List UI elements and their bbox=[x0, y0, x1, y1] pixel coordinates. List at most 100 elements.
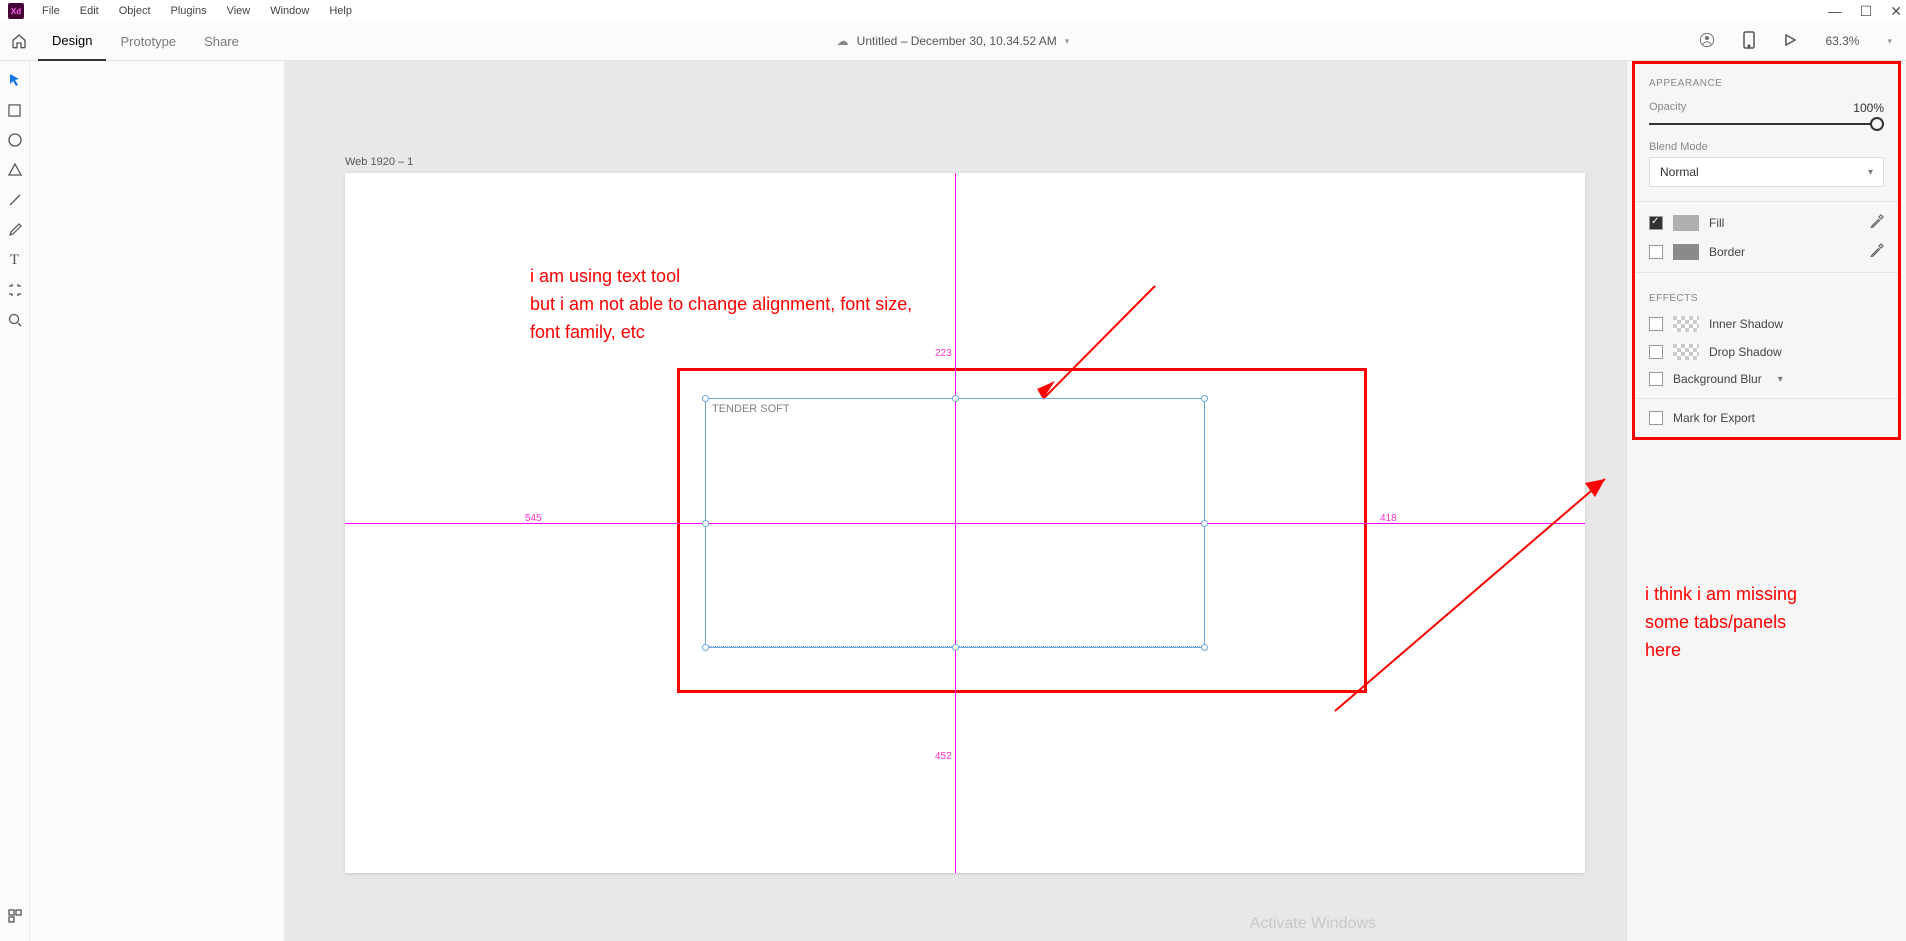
mark-for-export-row[interactable]: Mark for Export bbox=[1635, 405, 1898, 431]
annotation-text-1: i am using text tool but i am not able t… bbox=[530, 263, 912, 347]
properties-panel: APPEARANCE Opacity 100% Blend Mode Norma… bbox=[1626, 61, 1906, 941]
border-color-swatch[interactable] bbox=[1673, 244, 1699, 260]
chevron-down-icon[interactable]: ▾ bbox=[1778, 374, 1783, 385]
tab-prototype[interactable]: Prototype bbox=[106, 22, 190, 61]
chevron-down-icon[interactable]: ▾ bbox=[1887, 36, 1892, 47]
polygon-tool-icon[interactable] bbox=[1, 155, 29, 185]
inner-shadow-checkbox[interactable] bbox=[1649, 317, 1663, 331]
fill-label: Fill bbox=[1709, 216, 1724, 230]
zoom-tool-icon[interactable] bbox=[1, 305, 29, 335]
blend-mode-value: Normal bbox=[1660, 165, 1699, 179]
mode-bar: Design Prototype Share ☁ Untitled – Dece… bbox=[0, 22, 1906, 61]
user-avatar-icon[interactable] bbox=[1699, 32, 1715, 51]
background-blur-label: Background Blur bbox=[1673, 372, 1762, 386]
measurement-top: 223 bbox=[935, 348, 952, 359]
drop-shadow-row[interactable]: Drop Shadow bbox=[1635, 338, 1898, 366]
appearance-section-header: APPEARANCE bbox=[1635, 64, 1898, 95]
selection-handle[interactable] bbox=[1201, 644, 1208, 651]
opacity-slider[interactable] bbox=[1649, 123, 1884, 125]
selection-handle[interactable] bbox=[1201, 395, 1208, 402]
slider-handle[interactable] bbox=[1870, 117, 1884, 131]
drop-shadow-swatch[interactable] bbox=[1673, 344, 1699, 360]
annotation-arrow-1 bbox=[1025, 281, 1165, 411]
document-title[interactable]: ☁ Untitled – December 30, 10.34.52 AM ▾ bbox=[837, 34, 1070, 48]
fill-row[interactable]: Fill bbox=[1635, 208, 1898, 237]
measurement-bottom: 452 bbox=[935, 751, 952, 762]
window-close-icon[interactable]: ✕ bbox=[1890, 3, 1902, 20]
annotation-line: i think i am missing bbox=[1645, 581, 1797, 609]
drop-shadow-checkbox[interactable] bbox=[1649, 345, 1663, 359]
annotation-line: i am using text tool bbox=[530, 263, 912, 291]
background-blur-row[interactable]: Background Blur ▾ bbox=[1635, 366, 1898, 392]
menu-plugins[interactable]: Plugins bbox=[161, 5, 217, 17]
annotation-box-2: APPEARANCE Opacity 100% Blend Mode Norma… bbox=[1632, 61, 1901, 440]
menu-bar: Xd File Edit Object Plugins View Window … bbox=[0, 0, 1906, 22]
menu-view[interactable]: View bbox=[217, 5, 261, 17]
menu-window[interactable]: Window bbox=[260, 5, 319, 17]
effects-section-header: EFFECTS bbox=[1635, 279, 1898, 310]
eyedropper-icon[interactable] bbox=[1870, 243, 1884, 260]
cloud-icon: ☁ bbox=[837, 34, 849, 48]
border-checkbox[interactable] bbox=[1649, 245, 1663, 259]
zoom-level[interactable]: 63.3% bbox=[1825, 34, 1859, 48]
selection-handle[interactable] bbox=[702, 644, 709, 651]
background-blur-checkbox[interactable] bbox=[1649, 372, 1663, 386]
tools-panel: T bbox=[0, 61, 30, 941]
fill-checkbox[interactable] bbox=[1649, 216, 1663, 230]
divider bbox=[1635, 398, 1898, 399]
menu-file[interactable]: File bbox=[32, 5, 70, 17]
selection-handle[interactable] bbox=[952, 395, 959, 402]
selection-handle[interactable] bbox=[702, 395, 709, 402]
home-icon[interactable] bbox=[0, 33, 38, 49]
layers-panel bbox=[30, 61, 285, 941]
drop-shadow-label: Drop Shadow bbox=[1709, 345, 1782, 359]
menu-edit[interactable]: Edit bbox=[70, 5, 109, 17]
inner-shadow-swatch[interactable] bbox=[1673, 316, 1699, 332]
annotation-line: some tabs/panels bbox=[1645, 609, 1797, 637]
tab-design[interactable]: Design bbox=[38, 22, 106, 61]
canvas-area[interactable]: Web 1920 – 1 i am using text tool but i … bbox=[285, 61, 1626, 941]
eyedropper-icon[interactable] bbox=[1870, 214, 1884, 231]
windows-activation-watermark: Activate Windows bbox=[1250, 915, 1376, 933]
text-frame-content: TENDER SOFT bbox=[712, 403, 790, 415]
selection-handle[interactable] bbox=[952, 644, 959, 651]
opacity-value[interactable]: 100% bbox=[1853, 101, 1884, 115]
inner-shadow-label: Inner Shadow bbox=[1709, 317, 1783, 331]
play-preview-icon[interactable] bbox=[1783, 33, 1797, 50]
annotation-line: but i am not able to change alignment, f… bbox=[530, 291, 912, 319]
device-preview-icon[interactable] bbox=[1743, 31, 1755, 52]
tab-share[interactable]: Share bbox=[190, 22, 253, 61]
rectangle-tool-icon[interactable] bbox=[1, 95, 29, 125]
border-row[interactable]: Border bbox=[1635, 237, 1898, 266]
text-tool-icon[interactable]: T bbox=[1, 245, 29, 275]
blend-mode-dropdown[interactable]: Normal ▾ bbox=[1649, 157, 1884, 187]
select-tool-icon[interactable] bbox=[1, 65, 29, 95]
chevron-down-icon: ▾ bbox=[1868, 167, 1873, 178]
chevron-down-icon[interactable]: ▾ bbox=[1065, 36, 1070, 47]
divider bbox=[1635, 272, 1898, 273]
window-maximize-icon[interactable]: ☐ bbox=[1860, 3, 1873, 20]
mark-export-checkbox[interactable] bbox=[1649, 411, 1663, 425]
ellipse-tool-icon[interactable] bbox=[1, 125, 29, 155]
selection-handle[interactable] bbox=[702, 520, 709, 527]
blend-mode-label: Blend Mode bbox=[1635, 137, 1898, 155]
artboard-label[interactable]: Web 1920 – 1 bbox=[345, 156, 413, 168]
fill-color-swatch[interactable] bbox=[1673, 215, 1699, 231]
measurement-left: 545 bbox=[525, 513, 542, 524]
annotation-arrow-2 bbox=[1315, 471, 1615, 721]
selection-handle[interactable] bbox=[1201, 520, 1208, 527]
app-logo-icon: Xd bbox=[8, 3, 24, 19]
selected-text-frame[interactable]: TENDER SOFT bbox=[705, 398, 1205, 648]
document-title-text: Untitled – December 30, 10.34.52 AM bbox=[857, 34, 1057, 48]
pen-tool-icon[interactable] bbox=[1, 215, 29, 245]
line-tool-icon[interactable] bbox=[1, 185, 29, 215]
artboard-tool-icon[interactable] bbox=[1, 275, 29, 305]
border-label: Border bbox=[1709, 245, 1745, 259]
annotation-line: here bbox=[1645, 637, 1797, 665]
annotation-text-2: i think i am missing some tabs/panels he… bbox=[1645, 581, 1797, 665]
menu-help[interactable]: Help bbox=[319, 5, 362, 17]
inner-shadow-row[interactable]: Inner Shadow bbox=[1635, 310, 1898, 338]
window-minimize-icon[interactable]: — bbox=[1828, 3, 1842, 19]
assets-panel-icon[interactable] bbox=[1, 901, 29, 931]
menu-object[interactable]: Object bbox=[109, 5, 161, 17]
